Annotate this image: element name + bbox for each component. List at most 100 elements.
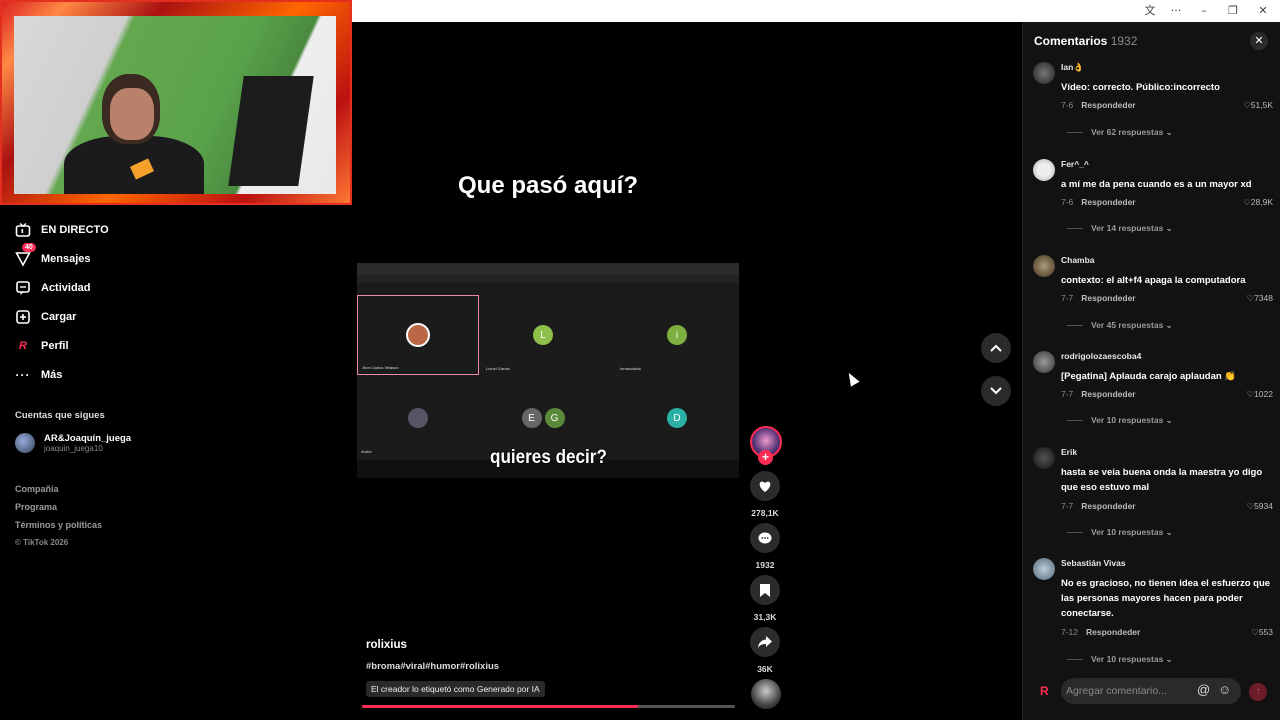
footer-link-terms[interactable]: Términos y políticas bbox=[15, 520, 102, 538]
live-tv-icon bbox=[14, 221, 32, 239]
comment-like-count: 51,5K bbox=[1250, 100, 1273, 110]
footer-link-company[interactable]: Compañía bbox=[15, 484, 102, 502]
avatar bbox=[406, 323, 430, 347]
comment-likes[interactable]: ♡51,5K bbox=[1243, 100, 1273, 111]
more-icon[interactable]: ··· bbox=[1164, 3, 1188, 19]
minimize-button[interactable]: – bbox=[1192, 3, 1216, 19]
comment-item: Chamba contexto: el alt+f4 apaga la comp… bbox=[1033, 255, 1273, 345]
heart-icon bbox=[759, 481, 771, 492]
comment-button[interactable] bbox=[750, 523, 780, 553]
sidebar-item-profile[interactable]: R Perfil bbox=[14, 335, 69, 357]
more-icon: ··· bbox=[15, 368, 31, 382]
share-button[interactable] bbox=[750, 627, 780, 657]
sidebar-item-activity[interactable]: Actividad bbox=[14, 277, 91, 299]
view-replies-button[interactable]: Ver 10 respuestas ⌄ bbox=[1067, 527, 1173, 538]
comment-user[interactable]: Fer^_^ bbox=[1061, 159, 1089, 169]
reply-button[interactable]: Respondeder bbox=[1081, 293, 1135, 303]
close-icon[interactable]: ✕ bbox=[1250, 32, 1268, 50]
next-video-button[interactable] bbox=[981, 376, 1011, 406]
comment-date: 7-7 bbox=[1061, 501, 1074, 511]
translate-icon[interactable]: 文 bbox=[1138, 3, 1162, 19]
video-author[interactable]: rolixius bbox=[366, 639, 407, 651]
footer-link-program[interactable]: Programa bbox=[15, 502, 102, 520]
video-player[interactable]: Jhon Carlos Velasco L Lionel Garcia i In… bbox=[357, 263, 739, 478]
comment-user[interactable]: Ian👌 bbox=[1061, 62, 1084, 73]
comment-count: 1932 bbox=[755, 560, 775, 570]
view-replies-button[interactable]: Ver 14 respuestas ⌄ bbox=[1067, 223, 1173, 234]
video-caption-subtitle: quieres decir? bbox=[490, 447, 607, 468]
mention-icon[interactable]: @ bbox=[1197, 682, 1210, 697]
reply-button[interactable]: Respondeder bbox=[1081, 197, 1135, 207]
sidebar-item-live[interactable]: EN DIRECTO bbox=[14, 219, 109, 241]
save-action: 31,3K bbox=[750, 575, 780, 622]
comment-user[interactable]: Sebastián Vivas bbox=[1061, 558, 1126, 568]
close-window-button[interactable]: ✕ bbox=[1251, 3, 1275, 19]
video-hashtags[interactable]: #broma#viral#humor#rolixius bbox=[366, 661, 499, 672]
video-progress-bar[interactable] bbox=[362, 705, 735, 708]
sidebar-item-upload[interactable]: Cargar bbox=[14, 306, 76, 328]
streamer-webcam-overlay bbox=[0, 0, 352, 205]
view-replies-label: Ver 10 respuestas bbox=[1091, 415, 1164, 425]
comment-action: 1932 bbox=[750, 523, 780, 570]
comment-likes[interactable]: ♡553 bbox=[1251, 627, 1273, 638]
avatar[interactable] bbox=[1033, 558, 1055, 580]
tile-name: Lionel Garcia bbox=[486, 366, 510, 371]
embedded-tabs-bar bbox=[357, 275, 739, 283]
send-icon: 40 bbox=[14, 243, 36, 268]
comment-likes[interactable]: ♡7348 bbox=[1246, 293, 1273, 304]
avatar[interactable] bbox=[1033, 447, 1055, 469]
comment-user[interactable]: Chamba bbox=[1061, 255, 1095, 265]
save-button[interactable] bbox=[750, 575, 780, 605]
meeting-tile: i Inmaculada bbox=[616, 295, 738, 375]
previous-video-button[interactable] bbox=[981, 333, 1011, 363]
reply-button[interactable]: Respondeder bbox=[1081, 100, 1135, 110]
view-replies-label: Ver 10 respuestas bbox=[1091, 654, 1164, 664]
video-title-text: Que pasó aquí? bbox=[457, 172, 639, 199]
sidebar-item-label: Cargar bbox=[41, 311, 77, 323]
tile-name: Inmaculada bbox=[620, 366, 641, 371]
reply-button[interactable]: Respondeder bbox=[1081, 501, 1135, 511]
comment-likes[interactable]: ♡5934 bbox=[1246, 501, 1273, 512]
sidebar-item-more[interactable]: ··· Más bbox=[14, 364, 63, 386]
like-button[interactable] bbox=[750, 471, 780, 501]
comment-date: 7-6 bbox=[1061, 197, 1074, 207]
comment-item: Ian👌 Vídeo: correcto. Público:incorrecto… bbox=[1033, 62, 1273, 152]
view-replies-label: Ver 14 respuestas bbox=[1091, 223, 1164, 233]
emoji-icon[interactable]: ☺ bbox=[1218, 682, 1231, 697]
bookmark-icon bbox=[760, 583, 770, 597]
comment-meta: 7-12 Respondeder bbox=[1061, 627, 1140, 637]
follow-plus-button[interactable]: + bbox=[758, 450, 773, 465]
view-replies-button[interactable]: Ver 45 respuestas ⌄ bbox=[1067, 320, 1173, 331]
sidebar-item-label: Perfil bbox=[41, 340, 69, 352]
comment-input-box: @ ☺ bbox=[1061, 678, 1241, 704]
tile-name: Jhon Carlos Velasco bbox=[362, 365, 399, 370]
view-replies-button[interactable]: Ver 62 respuestas ⌄ bbox=[1067, 127, 1173, 138]
comment-meta: 7-7 Respondeder bbox=[1061, 293, 1136, 303]
comment-meta: 7-7 Respondeder bbox=[1061, 501, 1136, 511]
view-replies-label: Ver 10 respuestas bbox=[1091, 527, 1164, 537]
maximize-button[interactable]: ❐ bbox=[1221, 3, 1245, 19]
comment-text: [Pegatina] Aplauda carajo aplaudan 👏 bbox=[1061, 371, 1237, 382]
send-comment-button[interactable]: ↑ bbox=[1249, 683, 1267, 701]
comment-user[interactable]: rodrigolozaescoba4 bbox=[1061, 351, 1141, 361]
comment-user[interactable]: Erik bbox=[1061, 447, 1077, 457]
comment-like-count: 5934 bbox=[1254, 501, 1273, 511]
avatar[interactable] bbox=[1033, 351, 1055, 373]
comment-like-count: 28,9K bbox=[1250, 197, 1273, 207]
comment-likes[interactable]: ♡1022 bbox=[1246, 389, 1273, 400]
reply-button[interactable]: Respondeder bbox=[1081, 389, 1135, 399]
avatar[interactable] bbox=[1033, 159, 1055, 181]
comment-likes[interactable]: ♡28,9K bbox=[1243, 197, 1273, 208]
avatar[interactable] bbox=[1033, 62, 1055, 84]
comment-input[interactable] bbox=[1066, 681, 1186, 701]
comment-item: Erik hasta se veía buena onda la maestra… bbox=[1033, 447, 1273, 547]
reply-button[interactable]: Respondeder bbox=[1086, 627, 1140, 637]
view-replies-button[interactable]: Ver 10 respuestas ⌄ bbox=[1067, 654, 1173, 665]
profile-icon: R bbox=[1040, 684, 1049, 698]
music-disc-avatar[interactable] bbox=[751, 679, 781, 709]
following-account[interactable]: AR&Joaquín_juega joaquin_juega10 bbox=[15, 433, 131, 453]
sidebar-item-messages[interactable]: 40 Mensajes bbox=[14, 243, 91, 270]
comment-like-count: 7348 bbox=[1254, 293, 1273, 303]
view-replies-button[interactable]: Ver 10 respuestas ⌄ bbox=[1067, 415, 1173, 426]
avatar[interactable] bbox=[1033, 255, 1055, 277]
